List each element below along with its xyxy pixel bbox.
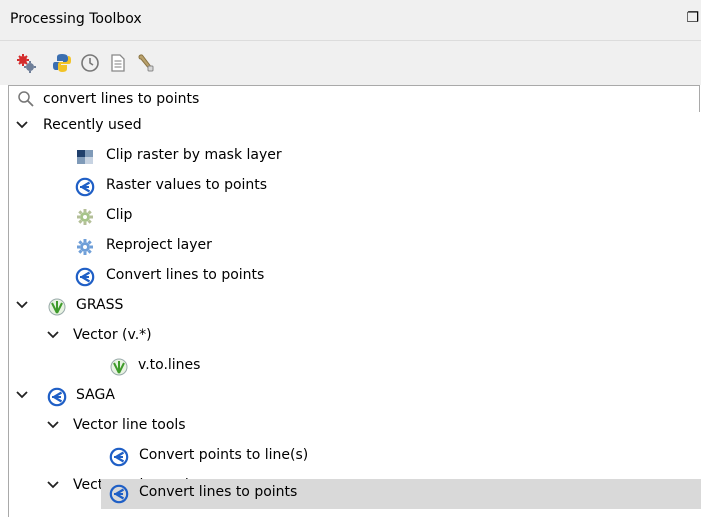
tree-group-vector[interactable]: Vector (v.*) <box>9 322 701 352</box>
tree-item[interactable]: Convert points to line(s) <box>9 442 701 472</box>
tree-item-label: Convert points to line(s) <box>139 447 309 463</box>
options-button[interactable] <box>134 51 158 75</box>
panel-title: Processing Toolbox <box>10 11 142 27</box>
tree-group-recently-used[interactable]: Recently used <box>9 112 701 142</box>
raster-clip-icon <box>75 147 95 167</box>
chevron-down-icon[interactable] <box>15 388 29 402</box>
tree-item[interactable]: Clip raster by mask layer <box>9 142 701 172</box>
tree-group-label: Recently used <box>43 117 142 133</box>
search-input[interactable] <box>43 88 683 109</box>
tree-item-label: Raster values to points <box>106 177 268 193</box>
grass-icon <box>109 357 129 377</box>
algorithm-tree: Recently used Clip raster by mask layer … <box>8 112 701 517</box>
results-viewer-button[interactable] <box>106 51 130 75</box>
chevron-down-icon[interactable] <box>15 298 29 312</box>
tree-item[interactable]: v.to.lines <box>9 352 701 382</box>
chevron-down-icon[interactable] <box>15 118 29 132</box>
undock-icon[interactable]: ❐ <box>686 10 699 26</box>
tree-item[interactable]: Convert lines to points <box>9 262 701 292</box>
scripts-button[interactable] <box>50 51 74 75</box>
tree-provider-label: GRASS <box>76 297 124 313</box>
tree-item-label: Clip <box>106 207 133 223</box>
python-icon <box>53 54 71 72</box>
tree-item-label: Clip raster by mask layer <box>106 147 282 163</box>
tree-provider-saga[interactable]: SAGA <box>9 382 701 412</box>
search-box[interactable] <box>8 85 700 114</box>
search-icon <box>18 91 34 107</box>
models-button[interactable] <box>14 51 38 75</box>
tree-group-label: Vector line tools <box>73 417 186 433</box>
tree-item[interactable]: Reproject layer <box>9 232 701 262</box>
history-clock-icon <box>81 54 99 72</box>
tree-item-label: Convert lines to points <box>139 484 298 500</box>
wrench-icon <box>138 54 154 72</box>
tree-group-label: Vector (v.*) <box>73 327 152 343</box>
saga-icon <box>109 484 129 504</box>
saga-icon <box>109 447 129 467</box>
clip-gear-icon <box>75 207 95 227</box>
tree-item[interactable]: Raster values to points <box>9 172 701 202</box>
panel-title-bar: Processing Toolbox ❐ <box>0 0 701 41</box>
tree-item[interactable]: Clip <box>9 202 701 232</box>
tree-group-vector-line-tools[interactable]: Vector line tools <box>9 412 701 442</box>
tree-provider-label: SAGA <box>76 387 115 403</box>
saga-icon <box>47 387 67 407</box>
history-button[interactable] <box>78 51 102 75</box>
tree-item-selected[interactable]: Convert lines to points <box>101 479 701 509</box>
saga-icon <box>75 177 95 197</box>
results-document-icon <box>111 54 125 72</box>
toolbar <box>0 41 701 85</box>
tree-provider-grass[interactable]: GRASS <box>9 292 701 322</box>
chevron-down-icon[interactable] <box>46 328 60 342</box>
tree-item-label: v.to.lines <box>138 357 201 373</box>
tree-item-label: Reproject layer <box>106 237 212 253</box>
tree-item-label: Convert lines to points <box>106 267 265 283</box>
saga-icon <box>75 267 95 287</box>
models-icon <box>17 54 36 73</box>
chevron-down-icon[interactable] <box>46 418 60 432</box>
chevron-down-icon[interactable] <box>46 478 60 492</box>
gear-icon <box>75 237 95 257</box>
grass-icon <box>47 297 67 317</box>
